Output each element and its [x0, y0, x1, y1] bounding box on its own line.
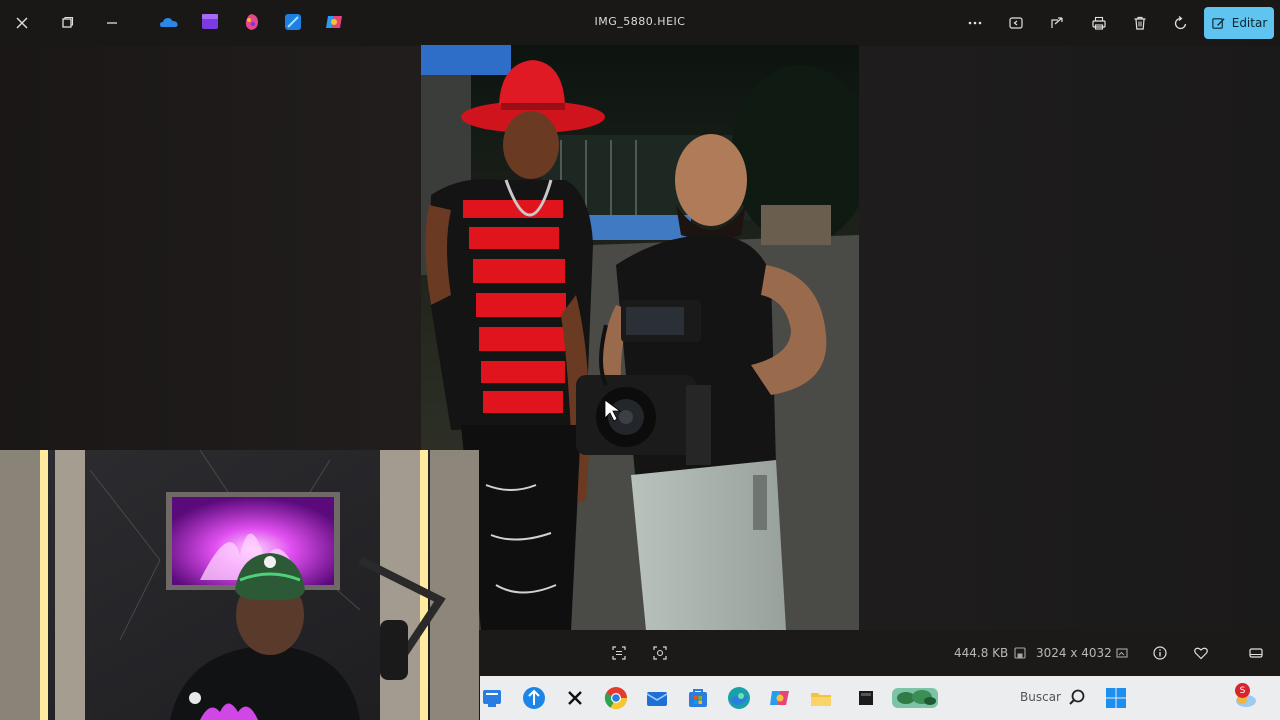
photo-content: [421, 45, 859, 630]
designer-button[interactable]: [283, 12, 303, 32]
designer-icon: [285, 14, 301, 30]
browser-icon: [728, 687, 750, 709]
print-icon: [1092, 16, 1106, 30]
explorer-icon: [811, 693, 831, 706]
image-info-icon: [1116, 648, 1128, 658]
rotate-icon: [1174, 16, 1187, 30]
taskbar-browser[interactable]: [726, 685, 752, 711]
clipchamp-button[interactable]: [200, 12, 220, 32]
filmstrip-button[interactable]: [1246, 643, 1266, 663]
copilot-icon: [770, 691, 789, 705]
title-bar: IMG_5880.HEIC Editar: [0, 0, 1280, 46]
scan-text-button[interactable]: [609, 643, 629, 663]
share-button[interactable]: [1042, 8, 1072, 38]
share-icon: [1051, 17, 1063, 28]
notification-badge: S: [1235, 683, 1250, 698]
webcam-feed: [0, 450, 479, 720]
start-button[interactable]: [1103, 685, 1129, 711]
slideshow-button[interactable]: [1001, 8, 1031, 38]
weather-widget: [892, 688, 938, 708]
taskbar-terminal[interactable]: [853, 685, 879, 711]
info-bar: 444.8 KB 3024 x 4032: [480, 630, 1280, 676]
main-photo[interactable]: [421, 45, 859, 630]
scan-icon: [612, 646, 626, 660]
taskbar-copilot[interactable]: [767, 685, 793, 711]
visual-search-button[interactable]: [650, 643, 670, 663]
taskbar-mail[interactable]: [644, 685, 670, 711]
more-options-button[interactable]: [960, 8, 990, 38]
taskbar-weather-widget[interactable]: [892, 685, 938, 711]
x-app-icon: [568, 691, 582, 705]
print-button[interactable]: [1084, 8, 1114, 38]
onedrive-button[interactable]: [159, 12, 179, 32]
restore-icon: [62, 16, 74, 28]
restore-button[interactable]: [52, 8, 82, 38]
file-title: IMG_5880.HEIC: [594, 15, 686, 28]
favorite-button[interactable]: [1191, 643, 1211, 663]
taskbar-store[interactable]: [685, 685, 711, 711]
store-icon: [689, 689, 707, 707]
file-size: 444.8 KB: [954, 646, 1009, 660]
chrome-icon: [604, 687, 627, 709]
minimize-icon: [107, 22, 117, 24]
taskbar-app-blue[interactable]: [521, 685, 547, 711]
info-button[interactable]: [1150, 643, 1170, 663]
delete-icon: [1134, 16, 1146, 30]
image-dimensions: 3024 x 4032: [1036, 646, 1112, 660]
taskbar-search[interactable]: [1064, 685, 1090, 711]
storage-indicator: [1010, 643, 1030, 663]
onedrive-icon: [160, 18, 178, 27]
close-button[interactable]: [7, 8, 37, 38]
taskbar-chrome[interactable]: [603, 685, 629, 711]
rotate-button[interactable]: [1166, 8, 1196, 38]
taskbar-x[interactable]: [562, 685, 588, 711]
save-icon: [1014, 647, 1026, 659]
search-placeholder: Buscar: [1020, 690, 1061, 704]
dimensions-indicator: [1112, 643, 1132, 663]
slideshow-icon: [1009, 17, 1023, 29]
more-icon: [968, 21, 982, 25]
favorite-icon: [1194, 647, 1208, 660]
notification-button[interactable]: S: [1232, 683, 1258, 711]
windows-start-icon: [1106, 688, 1126, 708]
paint-icon: [245, 14, 258, 30]
delete-button[interactable]: [1125, 8, 1155, 38]
paint-button[interactable]: [241, 12, 261, 32]
minimize-button[interactable]: [97, 8, 127, 38]
edit-button[interactable]: Editar: [1204, 7, 1274, 39]
edit-label: Editar: [1231, 16, 1268, 30]
filmstrip-icon: [1249, 648, 1263, 658]
info-icon: [1153, 646, 1167, 660]
mail-icon: [646, 692, 668, 706]
webcam-overlay: [0, 450, 479, 720]
search-icon: [1069, 689, 1085, 705]
edge-icon: [483, 690, 501, 707]
edit-icon: [1212, 17, 1225, 29]
close-icon: [16, 17, 28, 29]
terminal-icon: [859, 691, 873, 705]
copilot-button[interactable]: [324, 12, 344, 32]
copilot-icon: [326, 16, 342, 28]
taskbar-explorer[interactable]: [808, 685, 834, 711]
taskbar-edge[interactable]: [480, 685, 506, 711]
clipchamp-icon: [202, 14, 218, 29]
taskbar-blue-icon: [523, 687, 545, 709]
crop-icon: [653, 646, 667, 660]
taskbar: Buscar S: [480, 676, 1280, 720]
